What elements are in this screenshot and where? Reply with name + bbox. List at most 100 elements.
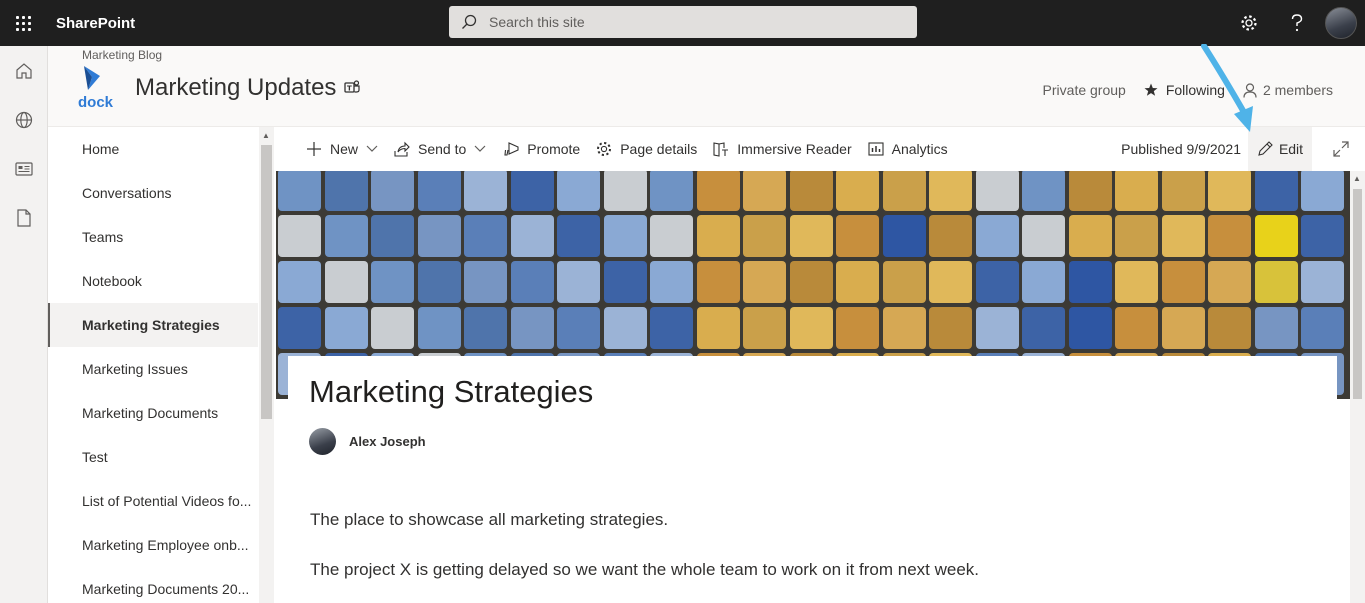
banner-tile	[1161, 215, 1205, 257]
nav-item[interactable]: Home	[48, 127, 258, 171]
nav-item[interactable]: Marketing Documents	[48, 391, 258, 435]
banner-tile	[371, 215, 414, 257]
banner-tile	[1208, 261, 1251, 303]
app-name[interactable]: SharePoint	[56, 15, 135, 32]
nav-item[interactable]: Notebook	[48, 259, 258, 303]
promote-label: Promote	[527, 141, 581, 157]
banner-tile	[1161, 261, 1205, 303]
banner-tile	[1022, 307, 1065, 349]
nav-item[interactable]: List of Potential Videos fo...	[48, 479, 258, 523]
send-to-button[interactable]: Send to	[386, 127, 494, 171]
banner-tile	[882, 215, 926, 257]
banner-tile	[975, 307, 1019, 349]
banner-tile	[1161, 307, 1205, 349]
document-icon[interactable]	[0, 193, 48, 242]
banner-tile	[464, 307, 507, 349]
banner-tile	[1115, 171, 1158, 211]
nav-item[interactable]: Teams	[48, 215, 258, 259]
author-name: Alex Joseph	[349, 434, 426, 449]
news-icon[interactable]	[0, 144, 48, 193]
left-nav: Home Conversations Teams Notebook Marketing …	[48, 127, 274, 603]
page-title[interactable]: Marketing Strategies	[309, 374, 593, 410]
site-header: Marketing Blog dock Marketing Updates T …	[48, 46, 1365, 127]
scroll-up-icon[interactable]: ▲	[1353, 174, 1361, 183]
banner-tile	[1254, 307, 1298, 349]
gear-icon[interactable]	[1225, 0, 1273, 46]
banner-tile	[975, 261, 1019, 303]
nav-item[interactable]: Marketing Documents 20...	[48, 567, 258, 603]
new-label: New	[330, 141, 359, 157]
immersive-reader-icon	[713, 142, 729, 157]
suite-bar: SharePoint Search this site	[0, 0, 1365, 46]
banner-tile	[278, 215, 321, 257]
nav-item[interactable]: Marketing Issues	[48, 347, 258, 391]
help-icon[interactable]	[1273, 0, 1321, 46]
nav-item[interactable]: Conversations	[48, 171, 258, 215]
megaphone-icon	[504, 142, 519, 156]
breadcrumb[interactable]: Marketing Blog	[82, 48, 162, 62]
banner-tile	[975, 171, 1019, 211]
app-bar	[0, 46, 48, 603]
banner-tile	[278, 261, 321, 303]
banner-tile	[975, 215, 1019, 257]
home-icon[interactable]	[0, 46, 48, 95]
banner-tile	[324, 215, 368, 257]
page-scroll-thumb[interactable]	[1353, 189, 1362, 399]
nav-scroll-thumb[interactable]	[261, 145, 272, 419]
banner-tile	[557, 215, 600, 257]
new-button[interactable]: New	[298, 127, 386, 171]
author-avatar	[309, 428, 336, 455]
site-title[interactable]: Marketing Updates	[135, 74, 336, 102]
banner-tile	[650, 261, 693, 303]
teams-icon[interactable]: T	[344, 74, 361, 102]
banner-tile	[278, 307, 321, 349]
banner-tile	[324, 261, 368, 303]
analytics-button[interactable]: Analytics	[860, 127, 956, 171]
banner-tile	[929, 215, 972, 257]
waffle-icon[interactable]	[0, 0, 46, 46]
banner-tile	[836, 307, 879, 349]
banner-tile	[696, 261, 740, 303]
banner-tile	[1254, 261, 1298, 303]
nav-item[interactable]: Marketing Employee onb...	[48, 523, 258, 567]
banner-tile	[1022, 215, 1065, 257]
page-details-button[interactable]: Page details	[588, 127, 705, 171]
scroll-up-icon[interactable]: ▲	[262, 131, 270, 140]
page-scrollbar[interactable]: ▲	[1350, 171, 1365, 603]
user-avatar[interactable]	[1325, 7, 1357, 39]
search-input[interactable]: Search this site	[489, 14, 585, 30]
nav-scrollbar[interactable]: ▲	[259, 127, 274, 603]
banner-tile	[1208, 307, 1251, 349]
banner-tile	[1254, 171, 1298, 211]
banner-tile	[1301, 307, 1344, 349]
send-icon	[394, 141, 410, 157]
author-byline[interactable]: Alex Joseph	[309, 428, 426, 455]
promote-button[interactable]: Promote	[494, 127, 588, 171]
banner-tile	[1115, 307, 1158, 349]
immersive-reader-button[interactable]: Immersive Reader	[705, 127, 859, 171]
banner-tile	[557, 307, 600, 349]
star-icon	[1144, 83, 1158, 96]
pencil-icon	[1258, 141, 1273, 156]
banner-tile	[836, 171, 879, 211]
members-label: 2 members	[1262, 82, 1333, 98]
banner-tile	[743, 261, 786, 303]
page-canvas: Marketing Strategies Alex Joseph The pla…	[276, 171, 1350, 603]
banner-tile	[650, 215, 693, 257]
globe-icon[interactable]	[0, 95, 48, 144]
search-box[interactable]: Search this site	[449, 6, 917, 38]
banner-tile	[510, 171, 554, 211]
nav-item[interactable]: Test	[48, 435, 258, 479]
logo-text: dock	[78, 94, 114, 111]
banner-tile	[417, 307, 461, 349]
banner-tile	[1022, 171, 1065, 211]
banner-tile	[836, 215, 879, 257]
banner-tile	[1161, 171, 1205, 211]
paragraph: The place to showcase all marketing stra…	[310, 510, 669, 529]
nav-item[interactable]: Marketing Strategies	[48, 303, 258, 347]
site-logo[interactable]: dock	[78, 64, 118, 112]
banner-tile	[743, 215, 786, 257]
banner-tile	[696, 215, 740, 257]
nav-list: Home Conversations Teams Notebook Marketing …	[48, 127, 274, 603]
expand-icon[interactable]	[1333, 127, 1349, 171]
